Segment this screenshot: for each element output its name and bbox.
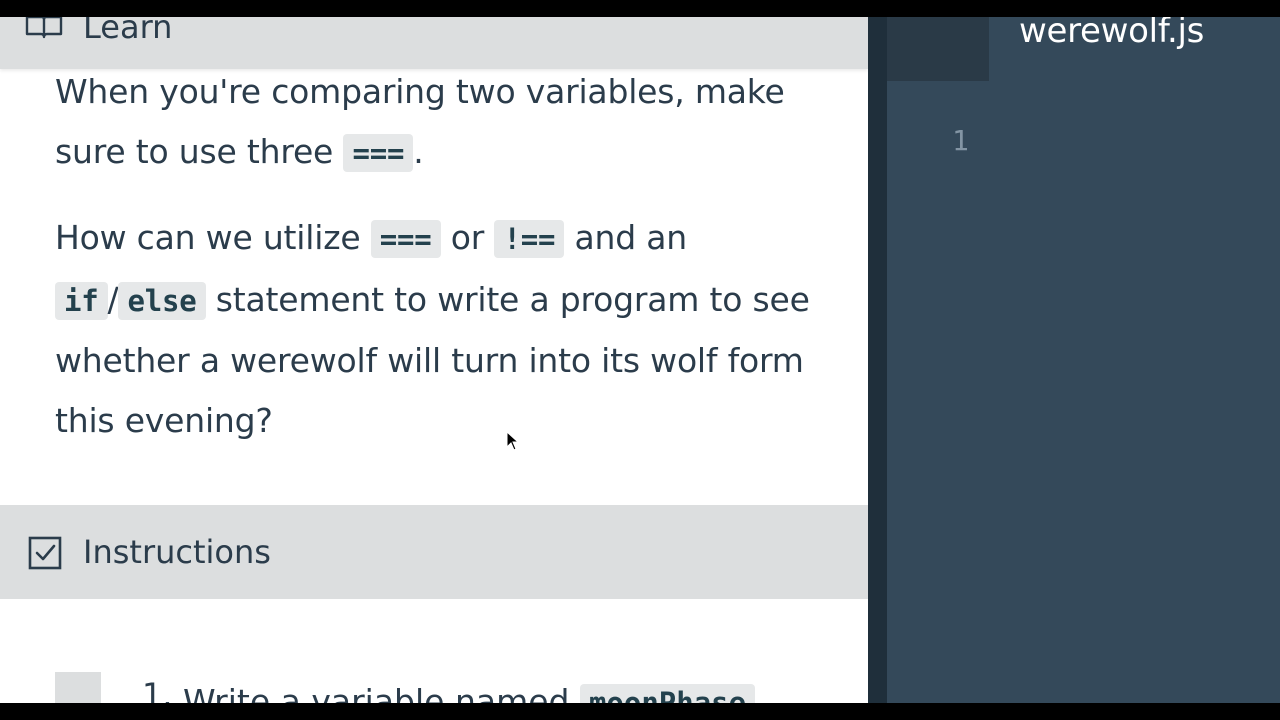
lesson-text: and an	[564, 218, 688, 257]
inline-code: if	[55, 281, 108, 320]
learn-header[interactable]: Learn	[0, 17, 868, 69]
code-editor[interactable]: werewolf.js 1	[868, 17, 1280, 703]
lesson-paragraph-1: When you're comparing two variables, mak…	[55, 62, 815, 183]
learn-title: Learn	[83, 17, 173, 46]
checkbox-checked-icon	[28, 536, 62, 570]
book-icon	[25, 17, 63, 39]
lesson-text: /	[107, 279, 119, 319]
inline-code: ===	[370, 220, 441, 258]
line-number: 1	[952, 124, 969, 157]
inline-code: moonPhase	[579, 684, 756, 703]
lesson-panel: When you're comparing two variables, mak…	[0, 17, 868, 703]
mouse-pointer-icon	[506, 431, 520, 451]
lesson-text: .	[413, 131, 424, 171]
instruction-step-1: 1. Write a variable named moonPhase	[0, 672, 868, 703]
inline-code: !==	[494, 220, 565, 258]
app-frame: When you're comparing two variables, mak…	[0, 17, 1280, 703]
step-checkbox[interactable]	[55, 672, 101, 703]
inline-code: else	[118, 281, 206, 320]
lesson-text: or	[440, 218, 495, 257]
file-name-tab[interactable]: werewolf.js	[1019, 17, 1204, 51]
editor-tab-handle[interactable]	[887, 17, 989, 81]
lesson-text: How can we utilize	[55, 218, 371, 257]
instructions-header[interactable]: Instructions	[0, 505, 868, 599]
lesson-content: When you're comparing two variables, mak…	[55, 62, 815, 450]
step-number: 1.	[142, 676, 173, 703]
inline-code: ===	[343, 133, 414, 172]
step-text: Write a variable named moonPhase	[183, 682, 756, 703]
lesson-paragraph-2: How can we utilize === or !== and an if /…	[55, 208, 815, 450]
instructions-title: Instructions	[83, 533, 271, 571]
step-text-label: Write a variable named	[183, 682, 580, 703]
editor-divider[interactable]	[868, 17, 887, 703]
